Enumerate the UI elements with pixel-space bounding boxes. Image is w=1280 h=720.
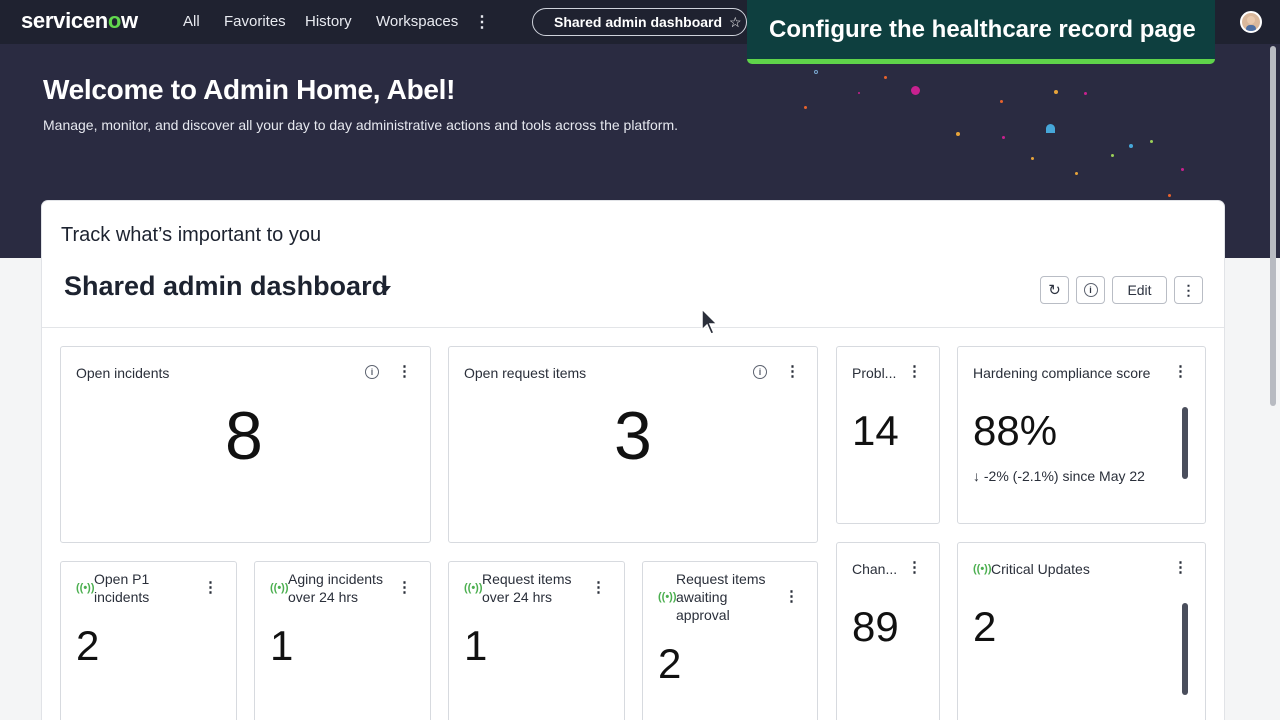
tile-label: Hardening compliance score: [973, 365, 1151, 381]
confetti-decoration: [1168, 194, 1171, 197]
tile-hardening-compliance[interactable]: Hardening compliance score ⋮ 88% ↓ -2% (…: [957, 346, 1206, 524]
live-signal-icon: ((•)): [658, 591, 677, 603]
divider: [42, 327, 1224, 328]
tile-label: Aging incidents over 24 hrs: [288, 571, 383, 605]
tile-value: 1: [270, 622, 294, 669]
tile-value: 2: [76, 622, 100, 669]
tile-scrollbar[interactable]: [1182, 407, 1188, 479]
trend-text: ↓ -2% (-2.1%) since May 22: [973, 468, 1145, 484]
nav-more-icon[interactable]: ⋮: [474, 12, 490, 32]
kebab-icon[interactable]: ⋮: [397, 362, 412, 380]
tile-changes[interactable]: Chan... ⋮ 89: [836, 542, 940, 720]
shared-dashboard-pill[interactable]: Shared admin dashboard ☆: [532, 8, 747, 36]
confetti-decoration: [1000, 100, 1003, 103]
kebab-icon[interactable]: ⋮: [591, 578, 606, 596]
confetti-decoration: [1150, 140, 1153, 143]
star-icon[interactable]: ☆: [729, 14, 742, 31]
page-scrollbar[interactable]: [1270, 46, 1276, 406]
info-icon: i: [1083, 283, 1098, 297]
refresh-icon: ↻: [1048, 282, 1061, 299]
tile-label: Open P1 incidents: [94, 571, 150, 605]
tile-value: 14: [852, 407, 899, 454]
tile-label: Open incidents: [76, 365, 170, 381]
kebab-icon[interactable]: ⋮: [907, 558, 922, 576]
info-icon[interactable]: i: [753, 365, 767, 379]
tutorial-banner: Configure the healthcare record page: [747, 0, 1215, 64]
confetti-decoration: [956, 132, 960, 136]
live-signal-icon: ((•)): [270, 582, 289, 594]
confetti-decoration: [1046, 124, 1055, 133]
tile-aging-incidents[interactable]: ((•)) Aging incidents over 24 hrs ⋮ 1: [254, 561, 431, 720]
dashboard-card: Track what’s important to you Shared adm…: [42, 201, 1224, 720]
confetti-decoration: [911, 86, 920, 95]
kebab-icon[interactable]: ⋮: [784, 587, 799, 605]
welcome-title: Welcome to Admin Home, Abel!: [43, 74, 456, 105]
tile-label: Request items awaiting approval: [676, 571, 766, 623]
confetti-decoration: [814, 70, 818, 74]
live-signal-icon: ((•)): [76, 582, 95, 594]
mouse-cursor-icon: [701, 308, 719, 335]
tile-label: Probl...: [852, 365, 897, 381]
tile-scrollbar[interactable]: [1182, 603, 1188, 695]
refresh-button[interactable]: ↻: [1040, 276, 1069, 304]
edit-button[interactable]: Edit: [1112, 276, 1167, 304]
kebab-icon[interactable]: ⋮: [907, 362, 922, 380]
confetti-decoration: [1075, 172, 1078, 175]
tile-value: 1: [464, 622, 488, 669]
info-icon[interactable]: i: [365, 365, 379, 379]
confetti-decoration: [884, 76, 887, 79]
tile-open-request-items[interactable]: Open request items i ⋮ 3: [448, 346, 818, 543]
kebab-icon[interactable]: ⋮: [203, 578, 218, 596]
kebab-icon[interactable]: ⋮: [785, 362, 800, 380]
nav-workspaces[interactable]: Workspaces: [376, 13, 458, 30]
confetti-decoration: [1002, 136, 1005, 139]
tile-critical-updates[interactable]: ((•)) Critical Updates ⋮ 2: [957, 542, 1206, 720]
tile-label: Open request items: [464, 365, 587, 381]
nav-history[interactable]: History: [305, 13, 352, 30]
welcome-subtitle: Manage, monitor, and discover all your d…: [43, 117, 678, 133]
pill-label: Shared admin dashboard: [554, 14, 723, 30]
confetti-decoration: [1181, 168, 1184, 171]
tile-value: 88%: [973, 407, 1058, 454]
tile-value: 2: [973, 603, 997, 650]
card-title: Track what’s important to you: [61, 224, 322, 246]
tile-value: 89: [852, 603, 899, 650]
more-options-button[interactable]: ⋮: [1174, 276, 1203, 304]
confetti-decoration: [804, 106, 807, 109]
kebab-icon[interactable]: ⋮: [1173, 362, 1188, 380]
tile-label: Critical Updates: [991, 561, 1090, 577]
edit-label: Edit: [1127, 282, 1152, 298]
tile-value: 3: [614, 398, 652, 474]
tile-value: 2: [658, 640, 682, 687]
confetti-decoration: [1084, 92, 1087, 95]
dashboard-title[interactable]: Shared admin dashboard: [64, 271, 388, 302]
kebab-icon[interactable]: ⋮: [1173, 558, 1188, 576]
tile-label: Chan...: [852, 561, 898, 577]
confetti-decoration: [858, 92, 860, 94]
tile-open-p1[interactable]: ((•)) Open P1 incidents ⋮ 2: [60, 561, 237, 720]
tile-open-incidents[interactable]: Open incidents i ⋮ 8: [60, 346, 431, 543]
confetti-decoration: [1111, 154, 1114, 157]
confetti-decoration: [1129, 144, 1133, 148]
tile-request-items-awaiting-approval[interactable]: ((•)) Request items awaiting approval ⋮ 2: [642, 561, 818, 720]
dashboard-dropdown-icon[interactable]: [381, 286, 391, 292]
info-button[interactable]: i: [1076, 276, 1105, 304]
live-signal-icon: ((•)): [973, 563, 992, 575]
live-signal-icon: ((•)): [464, 582, 483, 594]
nav-favorites[interactable]: Favorites: [224, 13, 286, 30]
kebab-icon[interactable]: ⋮: [397, 578, 412, 596]
nav-all[interactable]: All: [183, 13, 200, 30]
avatar[interactable]: [1240, 11, 1262, 33]
tile-problems[interactable]: Probl... ⋮ 14: [836, 346, 940, 524]
confetti-decoration: [1054, 90, 1058, 94]
tile-label: Request items over 24 hrs: [482, 571, 572, 605]
banner-text: Configure the healthcare record page: [769, 15, 1196, 43]
servicenow-logo[interactable]: servicenow: [21, 8, 138, 34]
confetti-decoration: [1031, 157, 1034, 160]
kebab-icon: ⋮: [1181, 281, 1196, 298]
tile-request-items-over-24[interactable]: ((•)) Request items over 24 hrs ⋮ 1: [448, 561, 625, 720]
tile-value: 8: [225, 398, 263, 474]
